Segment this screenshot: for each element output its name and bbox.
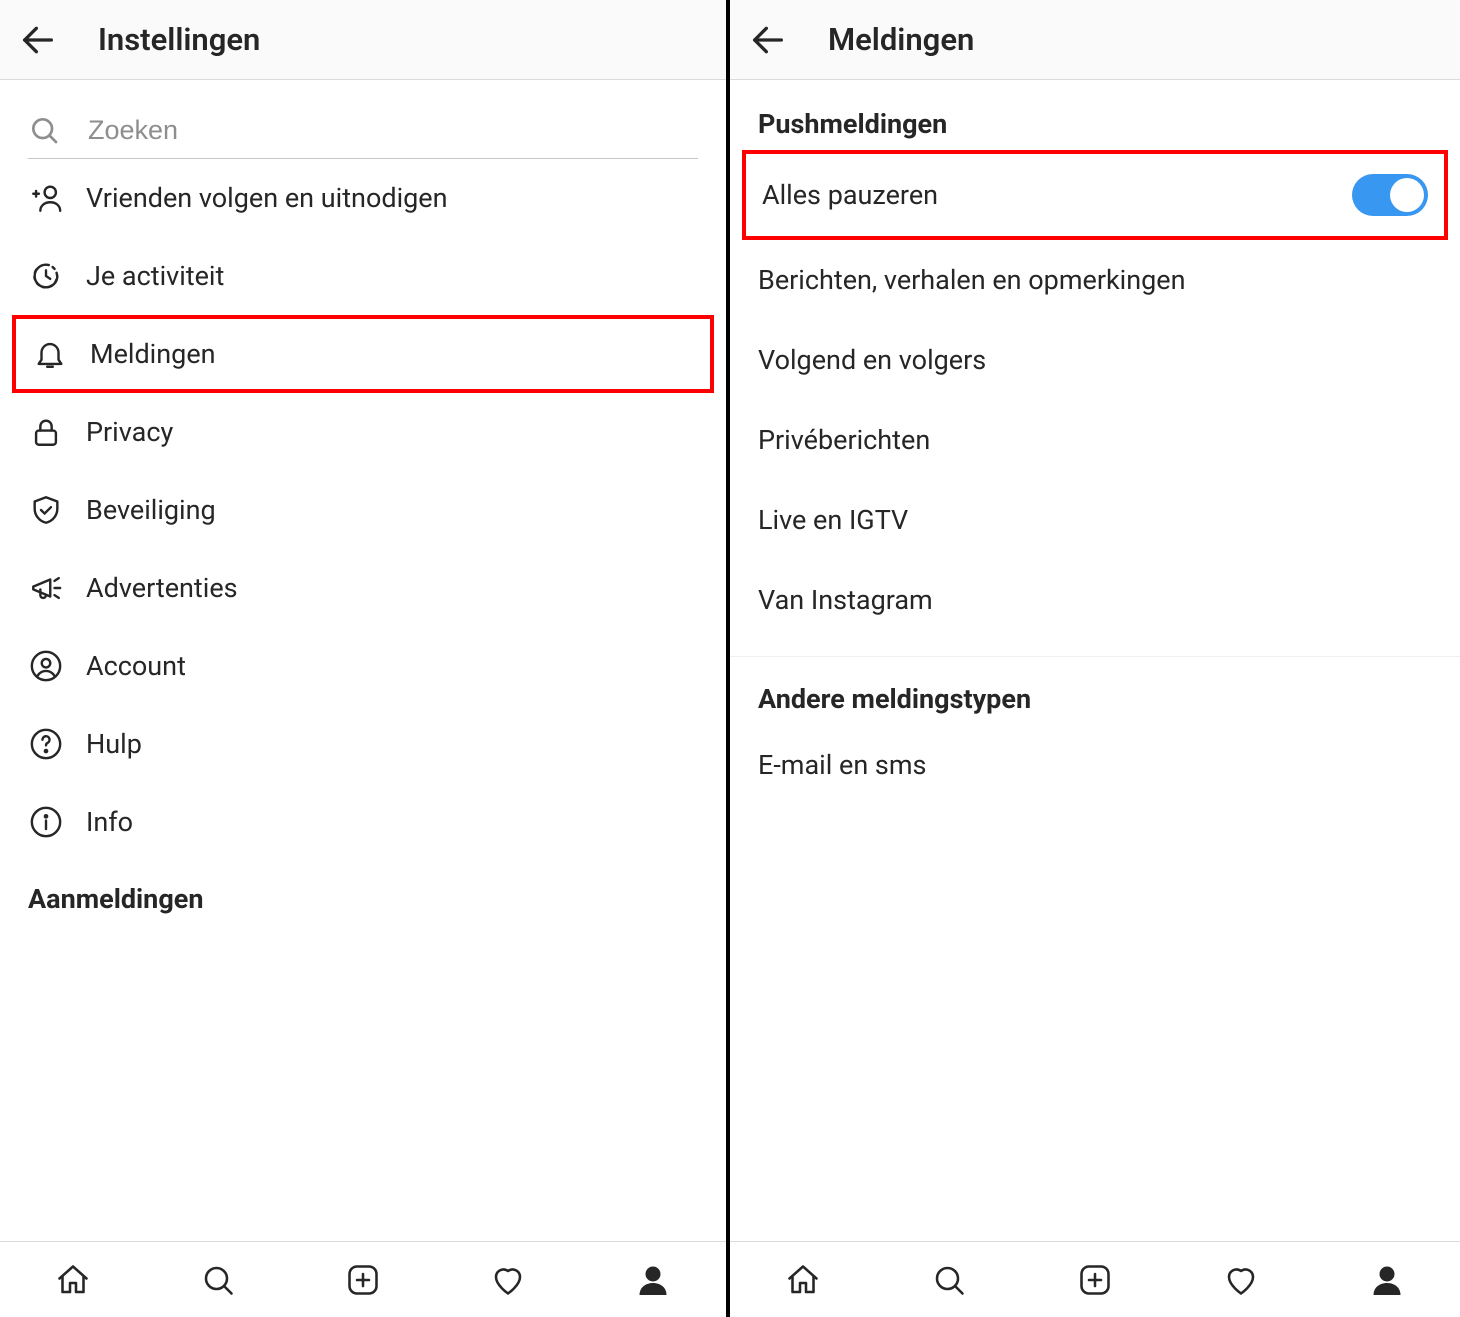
header-left: Instellingen: [0, 0, 726, 80]
highlight-meldingen: Meldingen: [12, 315, 714, 393]
section-other: Andere meldingstypen: [730, 673, 1460, 725]
notif-live-igtv[interactable]: Live en IGTV: [730, 480, 1460, 560]
info-circle-icon: [29, 805, 63, 839]
nav-label: Info: [86, 806, 133, 838]
page-title-left: Instellingen: [98, 21, 260, 58]
nav-label: Vrienden volgen en uitnodigen: [86, 182, 448, 214]
row-label: E-mail en sms: [758, 749, 926, 781]
page-title-right: Meldingen: [828, 21, 974, 58]
nav-follow-invite[interactable]: Vrienden volgen en uitnodigen: [0, 159, 726, 237]
add-person-icon: [29, 181, 63, 215]
row-label: Berichten, verhalen en opmerkingen: [758, 264, 1186, 296]
notif-direct-messages[interactable]: Privéberichten: [730, 400, 1460, 480]
search-tab-icon: [931, 1262, 967, 1298]
nav-label: Account: [86, 650, 186, 682]
profile-icon: [635, 1262, 671, 1298]
header-right: Meldingen: [730, 0, 1460, 80]
help-circle-icon: [29, 727, 63, 761]
back-button[interactable]: [748, 20, 788, 60]
tab-activity[interactable]: [1168, 1242, 1314, 1317]
home-icon: [55, 1262, 91, 1298]
back-button[interactable]: [18, 20, 58, 60]
nav-help[interactable]: Hulp: [0, 705, 726, 783]
nav-notifications[interactable]: Meldingen: [16, 319, 710, 389]
nav-label: Hulp: [86, 728, 142, 760]
tab-search[interactable]: [145, 1242, 290, 1317]
notif-email-sms[interactable]: E-mail en sms: [730, 725, 1460, 805]
tab-add[interactable]: [1022, 1242, 1168, 1317]
bell-icon: [33, 337, 67, 371]
notifications-content: Pushmeldingen Alles pauzeren Berichten, …: [730, 80, 1460, 1241]
toggle-knob: [1390, 178, 1424, 212]
nav-security[interactable]: Beveiliging: [0, 471, 726, 549]
heart-icon: [490, 1262, 526, 1298]
tab-bar-left: [0, 1241, 726, 1317]
nav-activity[interactable]: Je activiteit: [0, 237, 726, 315]
nav-label: Beveiliging: [86, 494, 216, 526]
tab-activity[interactable]: [436, 1242, 581, 1317]
tab-home[interactable]: [730, 1242, 876, 1317]
nav-label: Je activiteit: [86, 260, 224, 292]
back-arrow-icon: [748, 20, 788, 60]
nav-info[interactable]: Info: [0, 783, 726, 861]
tab-profile[interactable]: [581, 1242, 726, 1317]
row-label: Volgend en volgers: [758, 344, 986, 376]
search-input[interactable]: [88, 115, 698, 146]
row-label: Live en IGTV: [758, 504, 908, 536]
search-row[interactable]: [28, 102, 698, 159]
account-circle-icon: [29, 649, 63, 683]
section-heading-logins: Aanmeldingen: [0, 861, 726, 937]
nav-label: Privacy: [86, 416, 173, 448]
settings-content: Vrienden volgen en uitnodigen Je activit…: [0, 80, 726, 1241]
nav-ads[interactable]: Advertenties: [0, 549, 726, 627]
megaphone-icon: [29, 571, 63, 605]
tab-home[interactable]: [0, 1242, 145, 1317]
pause-all-label: Alles pauzeren: [762, 179, 938, 211]
notifications-pane: Meldingen Pushmeldingen Alles pauzeren B…: [730, 0, 1460, 1317]
search-icon: [28, 114, 60, 146]
pause-all-toggle[interactable]: [1352, 174, 1428, 216]
tab-search[interactable]: [876, 1242, 1022, 1317]
home-icon: [785, 1262, 821, 1298]
tab-bar-right: [730, 1241, 1460, 1317]
add-post-icon: [345, 1262, 381, 1298]
row-label: Privéberichten: [758, 424, 930, 456]
row-label: Van Instagram: [758, 584, 933, 616]
activity-icon: [29, 259, 63, 293]
tab-profile[interactable]: [1314, 1242, 1460, 1317]
nav-account[interactable]: Account: [0, 627, 726, 705]
divider: [730, 656, 1460, 657]
add-post-icon: [1077, 1262, 1113, 1298]
tab-add[interactable]: [290, 1242, 435, 1317]
search-tab-icon: [200, 1262, 236, 1298]
section-push: Pushmeldingen: [730, 80, 1460, 150]
lock-icon: [29, 415, 63, 449]
back-arrow-icon: [18, 20, 58, 60]
nav-label: Advertenties: [86, 572, 238, 604]
highlight-pause-all: Alles pauzeren: [742, 150, 1448, 240]
notif-from-instagram[interactable]: Van Instagram: [730, 560, 1460, 640]
notif-posts-stories[interactable]: Berichten, verhalen en opmerkingen: [730, 240, 1460, 320]
nav-privacy[interactable]: Privacy: [0, 393, 726, 471]
settings-pane: Instellingen Vrienden volgen en uitnodig…: [0, 0, 730, 1317]
profile-icon: [1369, 1262, 1405, 1298]
nav-label: Meldingen: [90, 338, 216, 370]
heart-icon: [1223, 1262, 1259, 1298]
shield-check-icon: [29, 493, 63, 527]
notif-following-followers[interactable]: Volgend en volgers: [730, 320, 1460, 400]
